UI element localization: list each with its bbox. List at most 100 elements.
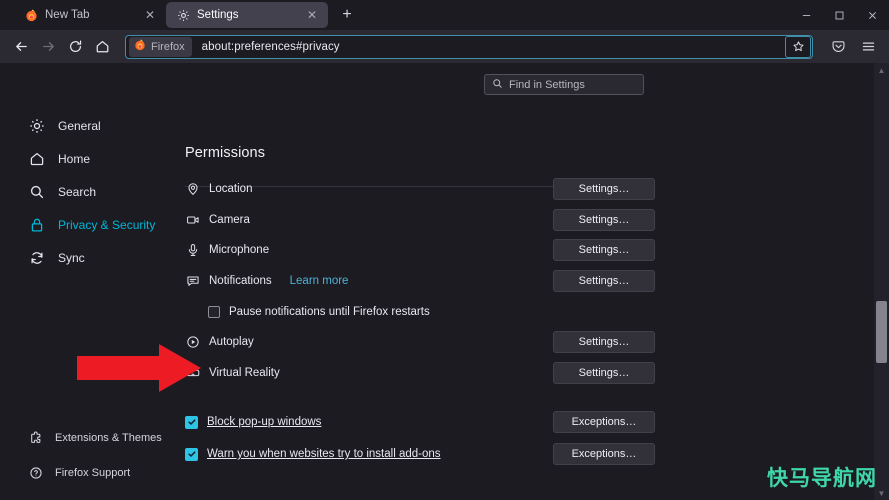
- learn-more-link[interactable]: Learn more: [290, 275, 349, 287]
- tab-label: Settings: [197, 9, 239, 21]
- extension-icon: [28, 431, 43, 446]
- toolbar-right-icons: [825, 34, 881, 60]
- permissions-section: Permissions Location Settings… Camera Se…: [185, 145, 655, 470]
- button-label: Settings…: [578, 213, 630, 226]
- notification-icon: [185, 273, 200, 288]
- forward-button[interactable]: [35, 34, 62, 60]
- button-label: Settings…: [578, 366, 630, 379]
- close-button[interactable]: [856, 0, 889, 30]
- gear-icon: [176, 8, 190, 22]
- search-placeholder: Find in Settings: [509, 78, 585, 91]
- address-bar[interactable]: Firefox about:preferences#privacy: [125, 34, 813, 59]
- firefox-logo-icon: [24, 8, 38, 22]
- navigation-toolbar: Firefox about:preferences#privacy: [0, 30, 889, 63]
- button-label: Settings…: [578, 244, 630, 257]
- block-popups-exceptions-button[interactable]: Exceptions…: [553, 411, 655, 433]
- search-icon: [492, 78, 503, 92]
- checkbox-row-warn-addons: Warn you when websites try to install ad…: [185, 438, 655, 470]
- settings-main-pane: Find in Settings Permissions Location Se…: [178, 63, 868, 500]
- url-input[interactable]: about:preferences#privacy: [192, 41, 785, 53]
- gear-icon: [28, 118, 45, 135]
- permission-label: Location: [209, 183, 253, 196]
- vr-settings-button[interactable]: Settings…: [553, 361, 655, 384]
- sidebar-item-general[interactable]: General: [10, 113, 168, 139]
- permission-label: Autoplay: [209, 336, 254, 349]
- button-label: Exceptions…: [571, 416, 637, 428]
- warn-addons-checkbox[interactable]: [185, 447, 198, 461]
- button-label: Settings…: [578, 336, 630, 349]
- tab-close-icon[interactable]: ✕: [142, 7, 158, 23]
- new-tab-button[interactable]: +: [334, 2, 360, 28]
- sync-icon: [28, 250, 45, 267]
- hamburger-icon[interactable]: [855, 34, 881, 60]
- home-icon[interactable]: [89, 34, 116, 60]
- microphone-settings-button[interactable]: Settings…: [553, 239, 655, 262]
- tab-settings[interactable]: Settings ✕: [166, 2, 328, 28]
- permission-label: Microphone: [209, 244, 270, 257]
- camera-icon: [185, 212, 200, 227]
- home-icon: [28, 151, 45, 168]
- back-button[interactable]: [8, 34, 35, 60]
- notifications-settings-button[interactable]: Settings…: [553, 269, 655, 292]
- button-label: Exceptions…: [571, 448, 637, 460]
- permission-label: Virtual Reality: [209, 366, 280, 379]
- sidebar-item-label: Home: [58, 152, 91, 166]
- maximize-button[interactable]: [823, 0, 856, 30]
- pocket-icon[interactable]: [825, 34, 851, 60]
- pause-notifications-label: Pause notifications until Firefox restar…: [229, 305, 430, 318]
- microphone-icon: [185, 243, 200, 258]
- block-popups-checkbox[interactable]: [185, 415, 198, 429]
- star-icon[interactable]: [785, 35, 811, 58]
- scrollbar-thumb[interactable]: [876, 301, 887, 363]
- warn-addons-label: Warn you when websites try to install ad…: [207, 448, 441, 460]
- sidebar-item-label: General: [58, 119, 101, 133]
- watermark: 快马导航网: [767, 466, 877, 490]
- sidebar-item-home[interactable]: Home: [10, 146, 168, 172]
- sidebar-item-firefox-support[interactable]: Firefox Support: [10, 460, 168, 486]
- checkbox-row-block-popups: Block pop-up windows Exceptions…: [185, 406, 655, 438]
- scroll-up-arrow-icon[interactable]: ▲: [874, 63, 889, 77]
- lock-icon: [28, 217, 45, 234]
- sidebar-item-sync[interactable]: Sync: [10, 245, 168, 271]
- pause-notifications-row[interactable]: Pause notifications until Firefox restar…: [185, 296, 655, 327]
- permission-label: Camera: [209, 213, 250, 226]
- block-popups-label: Block pop-up windows: [207, 416, 322, 428]
- page-title: Permissions: [185, 145, 266, 161]
- button-label: Settings…: [578, 274, 630, 287]
- permission-label: Notifications: [209, 274, 272, 287]
- permission-row-microphone: Microphone Settings…: [185, 235, 655, 266]
- sidebar-item-search[interactable]: Search: [10, 179, 168, 205]
- tab-close-icon[interactable]: ✕: [304, 7, 320, 23]
- find-in-settings: Find in Settings: [484, 74, 644, 95]
- minimize-button[interactable]: [790, 0, 823, 30]
- permission-row-camera: Camera Settings…: [185, 205, 655, 236]
- sidebar-item-label: Privacy & Security: [58, 218, 156, 232]
- sidebar-item-extensions-themes[interactable]: Extensions & Themes: [10, 425, 168, 451]
- settings-sidebar: General Home Search Privacy & Security S…: [0, 63, 178, 500]
- camera-settings-button[interactable]: Settings…: [553, 208, 655, 231]
- sidebar-bottom-links: Extensions & Themes Firefox Support: [0, 425, 178, 486]
- warn-addons-exceptions-button[interactable]: Exceptions…: [553, 443, 655, 465]
- settings-content: General Home Search Privacy & Security S…: [0, 63, 889, 500]
- permission-row-location: Location Settings…: [185, 174, 655, 205]
- permission-row-notifications: Notifications Learn more Settings…: [185, 266, 655, 297]
- help-icon: [28, 466, 43, 481]
- sidebar-item-privacy-security[interactable]: Privacy & Security: [10, 212, 168, 238]
- firefox-window: New Tab ✕ Settings ✕ + Firefox about:pre…: [0, 0, 889, 500]
- search-icon: [28, 184, 45, 201]
- autoplay-settings-button[interactable]: Settings…: [553, 331, 655, 354]
- identity-label: Firefox: [151, 40, 185, 53]
- reload-button[interactable]: [62, 34, 89, 60]
- location-settings-button[interactable]: Settings…: [553, 178, 655, 201]
- tab-new-tab[interactable]: New Tab ✕: [14, 2, 166, 28]
- vertical-scrollbar[interactable]: ▲ ▼: [874, 63, 889, 500]
- permission-row-virtual-reality: Virtual Reality Settings…: [185, 358, 655, 389]
- sidebar-item-label: Search: [58, 185, 97, 199]
- firefox-logo-icon: [134, 39, 146, 54]
- site-identity-box[interactable]: Firefox: [129, 36, 192, 57]
- pause-notifications-checkbox[interactable]: [208, 305, 220, 318]
- red-right-arrow-icon: [77, 344, 201, 392]
- search-input[interactable]: Find in Settings: [484, 74, 644, 95]
- permission-row-autoplay: Autoplay Settings…: [185, 327, 655, 358]
- window-controls: [790, 0, 889, 30]
